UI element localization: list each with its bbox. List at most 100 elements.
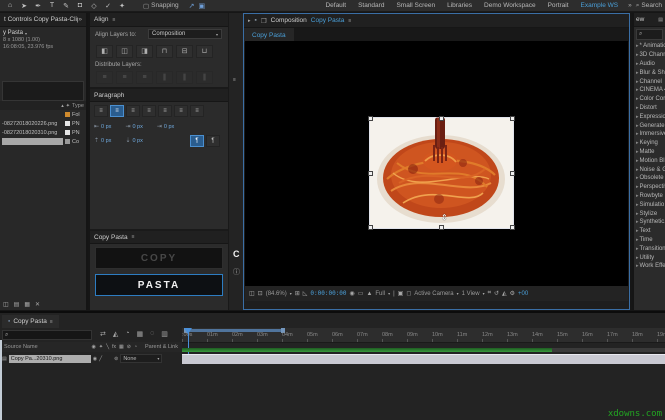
distribute-vcenter-button[interactable]: ≡	[116, 71, 133, 84]
effects-category[interactable]: ▸ Transition	[634, 244, 665, 253]
pick-whip-icon[interactable]: ⊚	[114, 356, 118, 362]
selection-handle[interactable]	[368, 116, 373, 121]
chevron-right-icon[interactable]: ▸	[636, 255, 639, 261]
align-right-button[interactable]: ◨	[136, 45, 153, 58]
project-item-row[interactable]: Fol	[0, 110, 86, 119]
distribute-top-button[interactable]: ≡	[96, 71, 113, 84]
chevron-right-icon[interactable]: ▸	[636, 167, 639, 173]
align-top-button[interactable]: ⊓	[156, 45, 173, 58]
workspace-item[interactable]: Portrait	[548, 2, 569, 9]
delete-item-icon[interactable]: ✕	[35, 301, 40, 308]
zoom-fit-icon[interactable]: ↗	[189, 2, 195, 10]
parent-dropdown[interactable]: None ▾	[120, 354, 162, 363]
eraser-tool-icon[interactable]: ◇	[87, 2, 101, 10]
effects-category[interactable]: ▸ Keying	[634, 139, 665, 148]
info-icon[interactable]: ⓘ	[233, 267, 240, 277]
monitor-icon[interactable]: ⊡	[258, 290, 263, 297]
rgb-channels-icon[interactable]: ▲	[366, 291, 372, 297]
selection-handle[interactable]	[510, 225, 515, 230]
workspace-overflow-icon[interactable]: »	[628, 2, 632, 9]
chevron-right-icon[interactable]: ▸	[636, 52, 639, 58]
align-text-left-button[interactable]: ≡	[94, 105, 108, 117]
effects-category[interactable]: ▸ Blur & Sha	[634, 68, 665, 77]
mask-visibility-icon[interactable]: ◺	[303, 290, 308, 297]
justify-last-right-button[interactable]: ≡	[174, 105, 188, 117]
graph-editor-icon[interactable]: ▥	[161, 330, 168, 338]
align-panel-header[interactable]: Align ≡	[90, 13, 228, 27]
align-center-v-button[interactable]: ⊟	[176, 45, 193, 58]
workspace-item[interactable]: Default	[325, 2, 346, 9]
effects-category[interactable]: ▸ Immersive	[634, 130, 665, 139]
puppet-pin-icon[interactable]: ✦	[115, 2, 129, 10]
chevron-right-icon[interactable]: ▸	[636, 228, 639, 234]
indent-value[interactable]: 0 px	[101, 124, 111, 130]
effects-category[interactable]: ▸ Generate	[634, 121, 665, 130]
snapping-checkbox-icon[interactable]: ▢	[143, 2, 149, 10]
chevron-right-icon[interactable]: ▸	[636, 123, 639, 129]
chevron-right-icon[interactable]: ▸	[636, 263, 639, 269]
timeline-search-box[interactable]: ⌕	[2, 330, 92, 340]
chevron-right-icon[interactable]: ▸	[636, 184, 639, 190]
mini-flowchart-icon[interactable]: ⇄	[100, 330, 106, 338]
eye-icon[interactable]: ◉	[93, 356, 97, 362]
region-of-interest-icon[interactable]: ▣	[398, 290, 404, 297]
effects-category[interactable]: ▸ * Animatio	[634, 42, 665, 51]
chevron-right-icon[interactable]: ▸	[636, 70, 639, 76]
effects-category[interactable]: ▸ Distort	[634, 104, 665, 113]
project-search-box[interactable]	[2, 81, 84, 101]
spacing-value[interactable]: 0 px	[101, 138, 111, 144]
effects-category[interactable]: ▸ Perspectiv	[634, 183, 665, 192]
view-layout-dropdown[interactable]: 1 View	[462, 291, 480, 297]
workspace-search[interactable]: ⌕ Search	[636, 2, 662, 10]
selection-handle[interactable]	[510, 171, 515, 176]
effects-category[interactable]: ▸ Simulatio	[634, 200, 665, 209]
distribute-left-button[interactable]: ∥	[156, 71, 173, 84]
adjustment-col-icon[interactable]: ◔	[134, 344, 137, 350]
project-item-row[interactable]: Co	[0, 137, 86, 146]
effect-controls-tab[interactable]: t Controls Copy Pasta-Clipp »	[0, 13, 86, 27]
grid-icon[interactable]: ▤	[658, 17, 663, 23]
tab-overflow-icon[interactable]: »	[78, 16, 82, 23]
selection-handle[interactable]	[368, 171, 373, 176]
effects-category[interactable]: ▸ Rowbyte	[634, 192, 665, 201]
distribute-hcenter-button[interactable]: ∥	[176, 71, 193, 84]
new-composition-icon[interactable]: ▦	[24, 301, 30, 308]
align-center-h-button[interactable]: ◫	[116, 45, 133, 58]
effects-category[interactable]: ▸ Stylize	[634, 209, 665, 218]
selection-tool-icon[interactable]: ➤	[17, 2, 31, 10]
source-name-column[interactable]: Source Name	[4, 344, 90, 350]
workspace-item[interactable]: Example WS	[581, 2, 619, 9]
filter-icon[interactable]: ✦	[66, 103, 70, 109]
motion-blur-col-icon[interactable]: ⊘	[127, 344, 131, 350]
project-item-row[interactable]: -08272018020226.png PN	[0, 119, 86, 128]
indent-value[interactable]: 0 px	[132, 124, 142, 130]
chevron-right-icon[interactable]: ▸	[636, 175, 639, 181]
chevron-right-icon[interactable]: ▸	[636, 79, 639, 85]
justify-all-button[interactable]: ≡	[190, 105, 204, 117]
chevron-right-icon[interactable]: ▸	[636, 140, 639, 146]
workspace-item[interactable]: Libraries	[447, 2, 472, 9]
magnification-dropdown[interactable]: (84.6%)	[266, 291, 287, 297]
chevron-right-icon[interactable]: ▸	[636, 43, 639, 49]
right-indent-field[interactable]: ⇥ 0 px	[157, 123, 174, 130]
layer-row[interactable]: ▤ Copy Pa...20310.png ◉ ╱ ⊚ None ▾	[0, 353, 182, 364]
grid-overlay-icon[interactable]: ▣	[199, 2, 206, 10]
distribute-bottom-button[interactable]: ≡	[136, 71, 153, 84]
draft-3d-icon[interactable]: ◭	[113, 330, 118, 338]
effects-category[interactable]: ▸ Utility	[634, 253, 665, 262]
chevron-right-icon[interactable]: ▸	[636, 211, 639, 217]
video-col-icon[interactable]: ◉	[92, 344, 96, 350]
chevron-right-icon[interactable]: ▸	[636, 61, 639, 67]
space-after-field[interactable]: ⇣ 0 px	[125, 137, 142, 144]
justify-last-left-button[interactable]: ≡	[142, 105, 156, 117]
caret-down-icon[interactable]: ▾	[25, 30, 27, 37]
reset-exposure-icon[interactable]: ↺	[494, 290, 499, 297]
composition-header-name[interactable]: Copy Pasta	[311, 17, 345, 24]
motion-blur-icon[interactable]: ◌	[150, 330, 154, 338]
panel-menu-icon[interactable]: ≡	[50, 319, 53, 325]
gear-icon[interactable]: ⚙	[510, 290, 515, 297]
collapsed-tab-label[interactable]: C	[233, 249, 240, 259]
pen-tool-icon[interactable]: ✒	[31, 2, 45, 10]
camera-dropdown[interactable]: Active Camera	[414, 291, 453, 297]
snapshot-icon[interactable]: ◫	[249, 290, 255, 297]
